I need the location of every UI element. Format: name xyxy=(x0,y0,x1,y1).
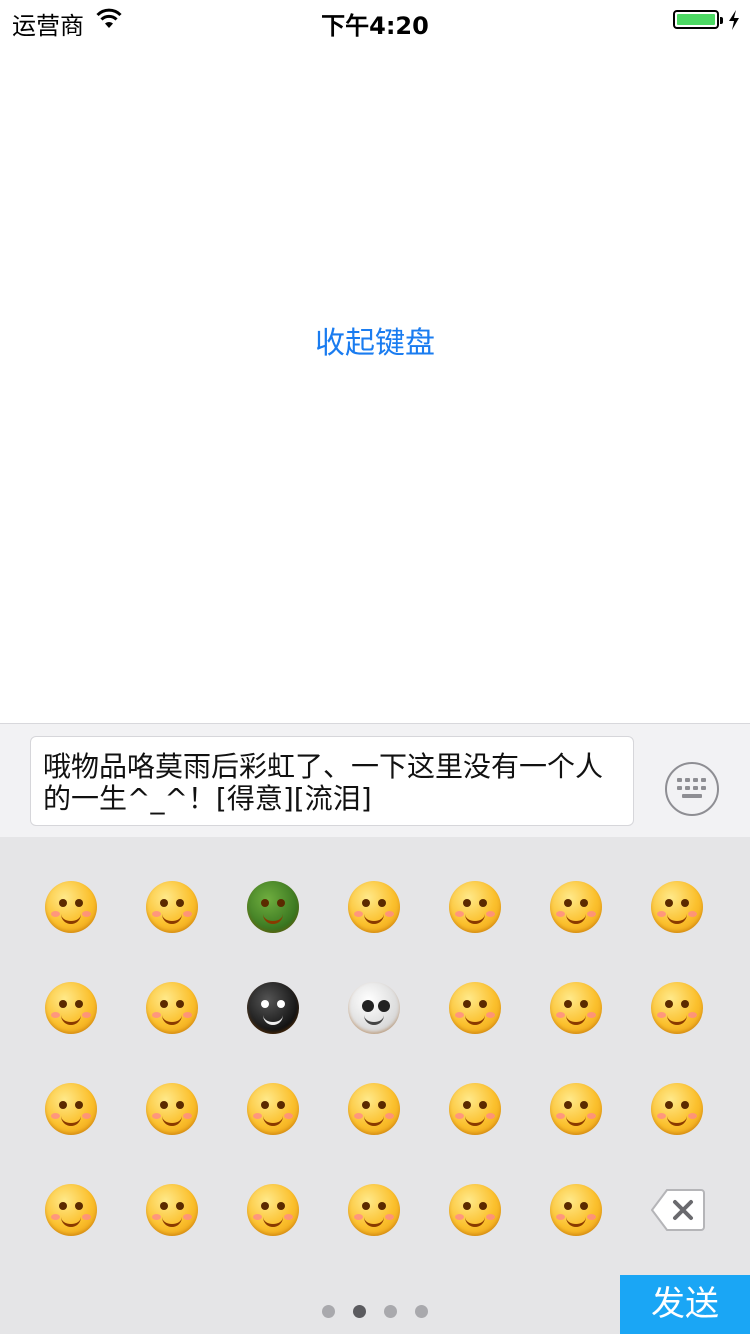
wink-left-emoji[interactable] xyxy=(447,1081,503,1137)
evil-grin-emoji[interactable] xyxy=(346,1182,402,1238)
delete-button[interactable] xyxy=(651,1188,705,1232)
charging-bolt-icon xyxy=(729,10,739,30)
collapse-keyboard-button[interactable]: 收起键盘 xyxy=(0,318,750,362)
skull-emoji[interactable] xyxy=(346,980,402,1036)
status-bar: 运营商 下午4:20 xyxy=(0,0,750,40)
page-dot[interactable] xyxy=(322,1305,335,1318)
page-dot[interactable] xyxy=(384,1305,397,1318)
smirk-sweat-emoji[interactable] xyxy=(43,879,99,935)
sad-frown-emoji[interactable] xyxy=(245,1182,301,1238)
hammer-head-emoji[interactable] xyxy=(447,980,503,1036)
squint-laugh-emoji[interactable] xyxy=(144,980,200,1036)
pout-blush-emoji[interactable] xyxy=(43,1081,99,1137)
battery-icon xyxy=(673,10,723,29)
drool-emoji[interactable] xyxy=(447,879,503,935)
shush-emoji[interactable] xyxy=(649,879,705,935)
page-dot[interactable] xyxy=(353,1305,366,1318)
faint-purple-emoji[interactable] xyxy=(548,1182,604,1238)
teeth-grin-emoji[interactable] xyxy=(346,1081,402,1137)
grin-emoji[interactable] xyxy=(144,879,200,935)
kiss-emoji[interactable] xyxy=(447,1182,503,1238)
emoji-panel: 发送 xyxy=(0,837,750,1334)
input-bar: 哦物品咯莫雨后彩虹了、一下这里没有一个人的一生^_^！[得意][流泪] xyxy=(0,723,750,837)
message-input[interactable]: 哦物品咯莫雨后彩虹了、一下这里没有一个人的一生^_^！[得意][流泪] xyxy=(30,736,634,826)
turtle-emoji[interactable] xyxy=(245,879,301,935)
black-bomb-emoji[interactable] xyxy=(245,980,301,1036)
headband-frown-emoji[interactable] xyxy=(346,879,402,935)
pick-nose-emoji[interactable] xyxy=(649,1081,705,1137)
clock: 下午4:20 xyxy=(321,12,429,40)
dizzy-eyes-emoji[interactable] xyxy=(43,980,99,1036)
scared-sweat-emoji[interactable] xyxy=(245,1081,301,1137)
thinking-emoji[interactable] xyxy=(548,980,604,1036)
page-dot[interactable] xyxy=(415,1305,428,1318)
question-dizzy-emoji[interactable] xyxy=(548,879,604,935)
hug-emoji[interactable] xyxy=(144,1081,200,1137)
send-button[interactable]: 发送 xyxy=(620,1275,750,1334)
keyboard-icon xyxy=(677,778,706,798)
hands-on-hips-emoji[interactable] xyxy=(43,1182,99,1238)
sick-hug-emoji[interactable] xyxy=(144,1182,200,1238)
wink-right-emoji[interactable] xyxy=(548,1081,604,1137)
keyboard-toggle-button[interactable] xyxy=(665,762,719,816)
sweat-bored-emoji[interactable] xyxy=(649,980,705,1036)
